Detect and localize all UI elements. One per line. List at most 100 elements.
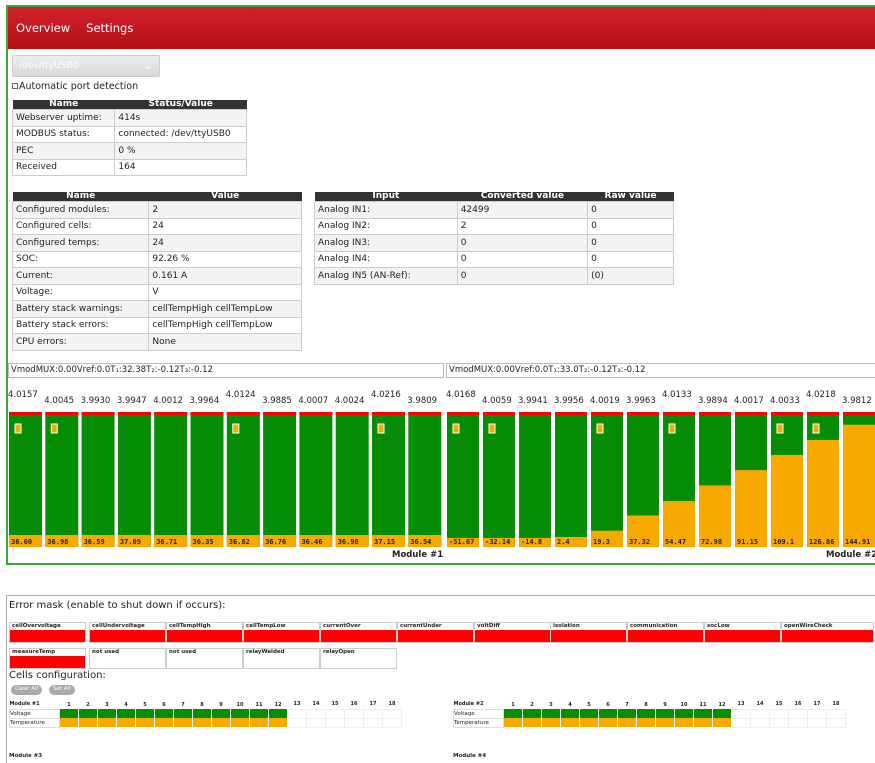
cell-toggle[interactable] [192,709,212,718]
cell-toggle[interactable] [826,717,846,728]
error-mask-toggle[interactable]: currentOver [320,622,397,643]
cell-toggle[interactable] [503,718,523,727]
cell-toggle[interactable] [287,717,307,728]
cell-toggle[interactable] [268,718,288,727]
error-mask-toggle[interactable]: not used [89,648,166,669]
table-cell: cellTempHigh cellTempLow [148,316,302,334]
cell-toggle[interactable] [712,718,732,727]
cell-toggle[interactable] [598,709,618,718]
cell-toggle[interactable] [636,709,656,718]
cell-toggle[interactable] [579,709,599,718]
cell-toggle[interactable] [192,718,212,727]
cell-toggle[interactable] [636,718,656,727]
cell-toggle[interactable] [78,718,98,727]
cell-toggle[interactable] [249,709,269,718]
error-mask-toggle[interactable]: voltDiff [474,622,551,643]
table-cell: Received [11,158,116,176]
cell-toggle[interactable] [674,718,694,727]
error-mask-toggle[interactable]: cellUndervoltage [89,622,166,643]
set-all-button[interactable]: Set All [49,685,75,695]
error-mask-toggle[interactable]: openWireCheck [781,622,874,643]
cell-toggle[interactable] [693,718,713,727]
port-select[interactable]: /dev/ttyUSB0 ⌄ [12,55,160,77]
cell-toggle[interactable] [249,718,269,727]
cell-bar-top [226,412,260,415]
nav-settings[interactable]: Settings [86,21,133,35]
cell-toggle[interactable] [268,709,288,718]
cell-toggle[interactable] [579,718,599,727]
cell-toggle[interactable] [731,708,751,719]
error-mask-toggle[interactable]: measureTemp [9,648,86,669]
cell-toggle[interactable] [325,717,345,728]
error-mask-toggle[interactable]: not used [166,648,243,669]
cell-toggle[interactable] [522,718,542,727]
error-mask-toggle[interactable]: isolation [550,622,627,643]
auto-port-detection[interactable]: Automatic port detection [12,81,138,92]
cell-toggle[interactable] [382,717,402,728]
cell-toggle[interactable] [59,709,79,718]
cell-toggle[interactable] [503,709,523,718]
cell-toggle[interactable] [173,718,193,727]
cell-toggle[interactable] [382,708,402,719]
error-mask-toggle[interactable]: relayOpen [320,648,397,669]
cell-toggle[interactable] [560,718,580,727]
cell-toggle[interactable] [211,709,231,718]
cell-toggle[interactable] [617,709,637,718]
cell-toggle[interactable] [135,709,155,718]
error-mask-toggle[interactable]: cellOvervoltage [9,622,86,643]
cell-toggle[interactable] [135,718,155,727]
nav-overview[interactable]: Overview [16,21,70,35]
cell-toggle[interactable] [230,709,250,718]
cell-toggle[interactable] [363,717,383,728]
cell-toggle[interactable] [541,709,561,718]
cell-toggle[interactable] [769,708,789,719]
error-mask-toggle[interactable]: currentUnder [397,622,474,643]
cell-toggle[interactable] [154,718,174,727]
cell-toggle[interactable] [674,709,694,718]
cell-toggle[interactable] [363,708,383,719]
cell-toggle[interactable] [344,708,364,719]
cell-toggle[interactable] [59,718,79,727]
cell-toggle[interactable] [769,717,789,728]
cell-toggle[interactable] [116,709,136,718]
cell-toggle[interactable] [617,718,637,727]
error-mask-toggle[interactable]: cellTempLow [243,622,320,643]
error-mask-toggle[interactable]: relayWelded [243,648,320,669]
cell-toggle[interactable] [97,718,117,727]
cell-toggle[interactable] [154,709,174,718]
error-mask-toggle[interactable]: socLow [704,622,781,643]
cell-toggle[interactable] [807,717,827,728]
cell-toggle[interactable] [750,708,770,719]
cell-toggle[interactable] [116,718,136,727]
cell-toggle[interactable] [807,708,827,719]
error-mask-toggle[interactable]: communication [627,622,704,643]
cell-toggle[interactable] [306,708,326,719]
cell-toggle[interactable] [731,717,751,728]
cell-toggle[interactable] [325,708,345,719]
cell-toggle[interactable] [97,709,117,718]
cell-toggle[interactable] [560,709,580,718]
cell-toggle[interactable] [655,718,675,727]
checkbox-icon[interactable] [12,83,18,89]
cell-toggle[interactable] [522,709,542,718]
clear-all-button[interactable]: Clear All [11,685,42,695]
cell-toggle[interactable] [655,709,675,718]
cell-toggle[interactable] [788,717,808,728]
cell-toggle[interactable] [287,708,307,719]
cell-toggle[interactable] [78,709,98,718]
cell-toggle[interactable] [306,717,326,728]
cell-toggle[interactable] [826,708,846,719]
cell-toggle[interactable] [693,709,713,718]
cell-toggle[interactable] [344,717,364,728]
cell-voltage-bar [555,412,587,547]
cell-toggle[interactable] [173,709,193,718]
cell-toggle[interactable] [712,709,732,718]
cell-toggle[interactable] [211,718,231,727]
cell-toggle[interactable] [598,718,618,727]
cell-toggle[interactable] [230,718,250,727]
error-mask-toggle[interactable]: cellTempHigh [166,622,243,643]
cell-toggle[interactable] [541,718,561,727]
top-nav: Overview Settings [8,7,875,49]
cell-toggle[interactable] [788,708,808,719]
cell-toggle[interactable] [750,717,770,728]
